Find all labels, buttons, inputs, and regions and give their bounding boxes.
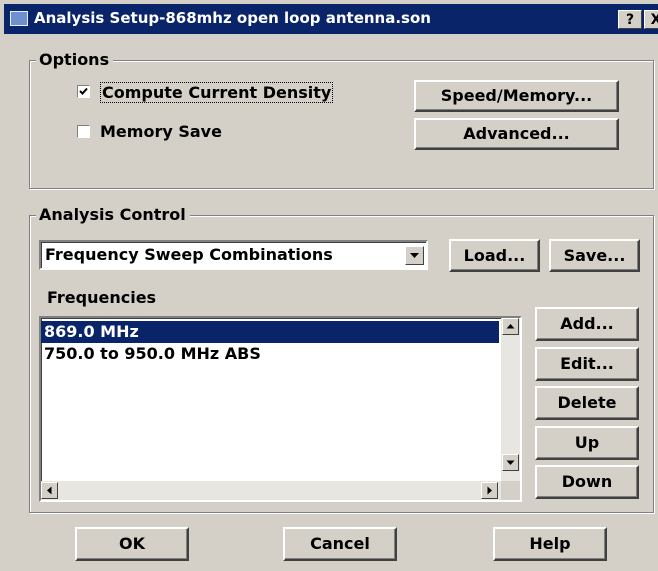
window-icon xyxy=(10,11,28,26)
ok-button-label: OK xyxy=(119,534,145,553)
options-legend: Options xyxy=(36,50,114,69)
compute-current-density-checkbox[interactable] xyxy=(77,85,90,98)
delete-button-label: Delete xyxy=(557,393,617,412)
up-button[interactable]: Up xyxy=(535,426,639,460)
edit-button-label: Edit... xyxy=(560,354,614,373)
help-button-label: Help xyxy=(529,534,571,553)
arrow-up-icon xyxy=(506,324,515,329)
advanced-button-label: Advanced... xyxy=(463,124,570,143)
checkmark-icon xyxy=(79,87,88,95)
speed-memory-button-label: Speed/Memory... xyxy=(440,86,593,105)
scroll-up-button[interactable] xyxy=(502,318,519,335)
memory-save-label[interactable]: Memory Save xyxy=(100,122,222,141)
scroll-right-button[interactable] xyxy=(481,482,498,499)
scroll-down-button[interactable] xyxy=(502,454,519,471)
sweep-type-combobox[interactable]: Frequency Sweep Combinations xyxy=(39,240,428,270)
cancel-button-label: Cancel xyxy=(310,534,370,553)
save-button-label: Save... xyxy=(563,246,626,265)
add-button-label: Add... xyxy=(560,314,614,333)
speed-memory-button[interactable]: Speed/Memory... xyxy=(414,80,619,112)
cancel-button[interactable]: Cancel xyxy=(283,527,397,561)
down-button-label: Down xyxy=(561,472,613,491)
delete-button[interactable]: Delete xyxy=(535,386,639,420)
save-button[interactable]: Save... xyxy=(549,239,640,272)
down-button[interactable]: Down xyxy=(535,465,639,499)
arrow-right-icon xyxy=(487,486,492,495)
ok-button[interactable]: OK xyxy=(75,527,189,561)
list-item[interactable]: 869.0 MHz xyxy=(41,321,499,343)
analysis-control-legend: Analysis Control xyxy=(36,205,190,224)
context-help-button[interactable]: ? xyxy=(618,10,642,29)
horizontal-scrollbar[interactable] xyxy=(41,481,501,500)
load-button-label: Load... xyxy=(463,246,526,265)
combobox-dropdown-button[interactable] xyxy=(405,246,424,265)
memory-save-checkbox[interactable] xyxy=(77,125,90,138)
edit-button[interactable]: Edit... xyxy=(535,347,639,381)
up-button-label: Up xyxy=(574,433,600,452)
close-button[interactable]: X xyxy=(644,10,658,29)
analysis-setup-dialog: Analysis Setup-868mhz open loop antenna.… xyxy=(0,0,658,571)
scrollbar-corner xyxy=(501,481,520,500)
vertical-scrollbar[interactable] xyxy=(501,318,520,481)
load-button[interactable]: Load... xyxy=(449,239,540,272)
list-item[interactable]: 750.0 to 950.0 MHz ABS xyxy=(41,343,499,365)
compute-current-density-label[interactable]: Compute Current Density xyxy=(100,82,334,103)
frequencies-list[interactable]: 869.0 MHz 750.0 to 950.0 MHz ABS xyxy=(39,316,522,502)
frequencies-label: Frequencies xyxy=(47,288,157,307)
title-bar[interactable]: Analysis Setup-868mhz open loop antenna.… xyxy=(4,4,658,34)
chevron-down-icon xyxy=(410,253,419,258)
advanced-button[interactable]: Advanced... xyxy=(414,118,619,150)
arrow-left-icon xyxy=(47,486,52,495)
scroll-left-button[interactable] xyxy=(41,482,58,499)
sweep-type-value: Frequency Sweep Combinations xyxy=(45,245,333,264)
arrow-down-icon xyxy=(506,460,515,465)
help-button[interactable]: Help xyxy=(493,527,607,561)
add-button[interactable]: Add... xyxy=(535,307,639,341)
window-title: Analysis Setup-868mhz open loop antenna.… xyxy=(34,9,431,27)
